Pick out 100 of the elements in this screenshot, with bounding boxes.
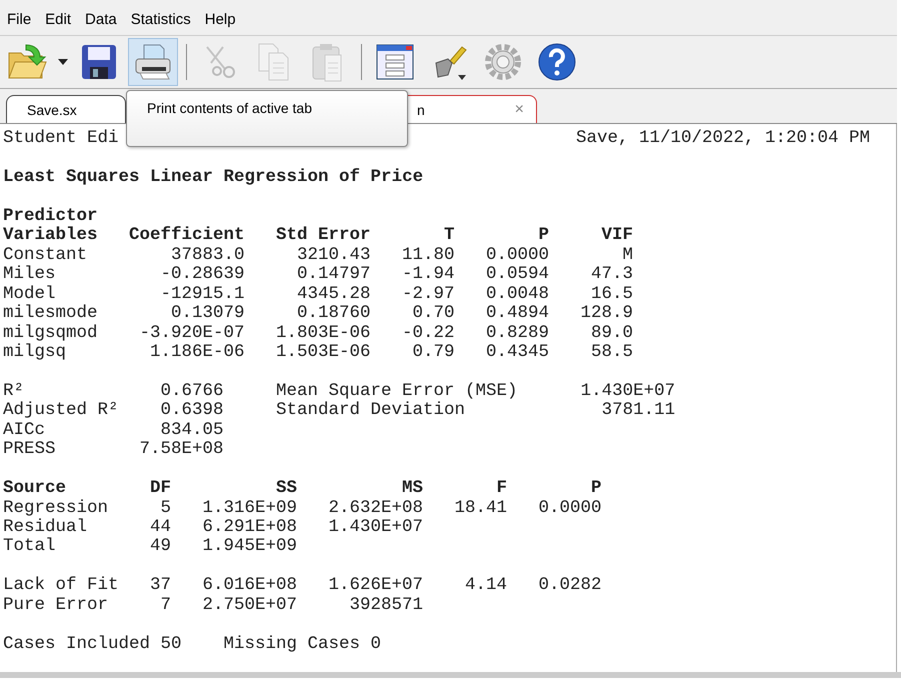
table-cell-text: Model [3, 284, 57, 304]
stat-label: R² [3, 382, 26, 401]
column-header: DF [149, 479, 172, 499]
table-cell-text: -12915.1 [160, 284, 245, 304]
menu-item[interactable]: File [5, 11, 44, 28]
column-header: T [443, 226, 455, 246]
stat-value: 7.58E+08 [140, 440, 224, 460]
report-title: Least Squares Linear Regression of Price [3, 168, 424, 188]
column-header: P [590, 479, 602, 499]
table-cell-text: Constant [3, 246, 88, 265]
column-header: P [538, 226, 550, 246]
table-cell-text: Miles [3, 265, 57, 285]
menu-item[interactable]: Help [202, 11, 248, 28]
stat-label: AICc [3, 420, 46, 440]
table-cell-text: 58.5 [590, 342, 634, 362]
table-cell-text: 128.9 [580, 304, 634, 324]
table-cell-text: 1.186E-06 [149, 342, 245, 362]
menu-item[interactable]: Statistics [128, 11, 203, 28]
column-header: MS [401, 479, 424, 499]
column-header: VIF [600, 226, 634, 246]
table-cell-text: 11.80 [401, 246, 455, 266]
table-cell-text: milgsqmod [3, 324, 99, 343]
stat-value: 0.6766 [160, 382, 224, 402]
table-cell-text: 1.430E+07 [328, 518, 424, 538]
column-header: SS [275, 479, 298, 499]
table-cell-text: Pure Error [3, 596, 110, 616]
stat-value: 1.430E+07 [580, 382, 676, 402]
column-header: Variables [3, 226, 99, 246]
column-header: Source [3, 479, 68, 499]
table-cell-text: 0.8289 [485, 324, 550, 343]
table-cell-text: milesmode [3, 304, 99, 324]
table-cell-text: 1.945E+09 [202, 537, 298, 557]
table-cell-text: 0.70 [412, 304, 455, 324]
table-cell-text: 1.803E-06 [275, 324, 371, 343]
table-cell-text: Total [3, 537, 57, 557]
table-cell-text: 0.0000 [538, 498, 602, 518]
table-cell-text: 1.626E+07 [328, 576, 424, 596]
table-cell-text: 0.4345 [485, 342, 550, 362]
tooltip: Print contents of active tab [126, 90, 408, 147]
table-cell-text: 1.316E+09 [202, 498, 298, 518]
table-cell-text: 49 [149, 537, 172, 557]
table-cell-text: 0.18760 [296, 304, 371, 324]
table-cell-text: 37 [149, 576, 172, 596]
table-cell-text: 3928571 [348, 596, 424, 616]
column-header: Coefficient [129, 226, 245, 246]
stat-label: Adjusted R² [3, 401, 120, 421]
table-cell-text: 37883.0 [170, 246, 245, 266]
table-cell-text: milgsq [3, 342, 68, 362]
table-cell-text: 44 [149, 518, 172, 538]
case-count: Cases Included 50 [3, 634, 182, 654]
table-cell-text: 89.0 [590, 324, 634, 343]
table-cell-text: 0.0000 [485, 246, 550, 266]
table-cell-text: 0.4894 [485, 304, 550, 324]
table-cell-text: 6.291E+08 [202, 518, 298, 538]
table-cell-text: -0.22 [401, 324, 455, 343]
table-cell-text: 0.0048 [485, 284, 550, 304]
document-tab[interactable]: Save.sx [6, 95, 126, 123]
table-cell-text: 5 [160, 498, 172, 518]
table-cell-text: 4345.28 [296, 284, 371, 304]
column-header: F [496, 479, 508, 499]
printer-icon[interactable] [128, 38, 178, 86]
report-timestamp: Save, 11/10/2022, 1:20:04 PM [576, 129, 870, 148]
case-count: Missing Cases 0 [224, 634, 382, 654]
table-cell-text: 0.14797 [296, 265, 371, 285]
table-cell-text: 2.750E+07 [202, 596, 298, 616]
menu-item[interactable]: Data [83, 11, 129, 28]
stat-value: 0.6398 [160, 401, 224, 421]
menu-item[interactable]: Edit [43, 11, 84, 28]
table-cell-text: 16.5 [590, 284, 634, 304]
table-cell-text: 1.503E-06 [275, 342, 371, 362]
report-header: Student Edi [3, 129, 119, 148]
stat-label: PRESS [3, 440, 57, 460]
table-cell-text: 18.41 [454, 498, 508, 518]
table-cell-text: 3210.43 [296, 246, 371, 266]
table-cell-text: Residual [3, 518, 88, 537]
table-cell-text: 4.14 [464, 576, 508, 596]
stat-label: Standard Deviation [275, 401, 466, 421]
stat-value: 3781.11 [600, 401, 676, 421]
stat-value: 834.05 [160, 420, 224, 440]
table-cell-text: -1.94 [401, 265, 455, 285]
table-cell-text: -0.28639 [160, 265, 245, 285]
table-cell-text: Lack of Fit [3, 576, 120, 596]
stat-label: Mean Square Error (MSE) [275, 382, 519, 401]
table-cell-text: 0.0594 [485, 265, 550, 285]
table-cell-text: -2.97 [401, 284, 455, 304]
table-cell-text: 47.3 [590, 265, 634, 285]
table-cell-text: 7 [160, 596, 172, 616]
table-cell-text: -3.920E-07 [138, 324, 245, 343]
dropdown-caret-icon[interactable] [58, 59, 68, 65]
table-cell-text: 6.016E+08 [202, 576, 298, 596]
column-header: Std Error [275, 226, 371, 246]
close-tab-button[interactable]: × [514, 100, 524, 118]
table-cell-text: 0.13079 [170, 304, 245, 324]
table-cell-text: 0.0282 [538, 576, 602, 596]
table-cell-text: M [622, 246, 634, 266]
table-cell-text: Regression [3, 498, 110, 518]
column-header: Predictor [3, 206, 99, 226]
table-cell-text: 0.79 [412, 342, 455, 362]
table-cell-text: 2.632E+08 [328, 498, 424, 518]
tab-label: Save.sx [27, 102, 77, 118]
